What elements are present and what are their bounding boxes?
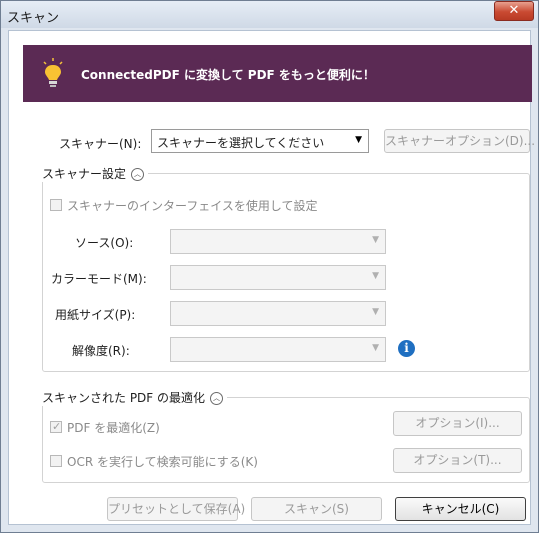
source-label: ソース(O): — [75, 236, 134, 250]
resolution-label: 解像度(R): — [72, 344, 130, 358]
checkmark-icon: ✓ — [52, 420, 62, 433]
collapse-icon[interactable]: ︿ — [210, 392, 224, 405]
cancel-button[interactable]: キャンセル(C) — [395, 497, 526, 521]
paper-size-label: 用紙サイズ(P): — [55, 308, 136, 322]
scanner-select-value: スキャナーを選択してください — [157, 136, 325, 150]
chevron-down-icon: ▼ — [372, 307, 379, 317]
chevron-down-icon: ▼ — [372, 235, 379, 245]
scanner-options-button[interactable]: スキャナーオプション(D)... — [384, 129, 535, 153]
optimize-title: スキャンされた PDF の最適化 ︿ — [42, 389, 228, 406]
color-mode-label: カラーモード(M): — [51, 272, 147, 286]
color-mode-select[interactable]: ▼ — [170, 265, 386, 290]
save-preset-button[interactable]: プリセットとして保存(A) — [107, 497, 245, 521]
chevron-down-icon: ▼ — [355, 135, 362, 145]
ocr-options-button[interactable]: オプション(T)... — [393, 448, 522, 473]
scanner-select[interactable]: スキャナーを選択してください ▼ — [151, 129, 369, 153]
chevron-down-icon: ▼ — [372, 271, 379, 281]
scanner-settings-title-text: スキャナー設定 — [42, 167, 127, 181]
scanner-label: スキャナー(N): — [59, 137, 142, 151]
close-button[interactable]: ✕ — [494, 1, 534, 21]
scan-button[interactable]: スキャン(S) — [251, 497, 382, 521]
info-icon[interactable]: i — [398, 340, 415, 357]
source-select[interactable]: ▼ — [170, 229, 386, 254]
use-interface-checkbox[interactable] — [50, 199, 62, 211]
use-interface-label: スキャナーのインターフェイスを使用して設定 — [67, 199, 318, 213]
ocr-label: OCR を実行して検索可能にする(K) — [67, 455, 258, 469]
chevron-down-icon: ▼ — [372, 343, 379, 353]
paper-size-select[interactable]: ▼ — [170, 301, 386, 326]
ocr-checkbox[interactable] — [50, 455, 62, 467]
resolution-select[interactable]: ▼ — [170, 337, 386, 362]
close-icon: ✕ — [508, 3, 520, 18]
lightbulb-icon — [43, 58, 63, 87]
banner-text: ConnectedPDF に変換して PDF をもっと便利に！ — [81, 68, 375, 82]
optimize-pdf-checkbox[interactable]: ✓ — [50, 420, 62, 433]
title-bar[interactable]: スキャン — [1, 1, 538, 28]
optimize-title-text: スキャンされた PDF の最適化 — [42, 391, 206, 405]
collapse-icon[interactable]: ︿ — [131, 168, 145, 181]
optimize-pdf-label: PDF を最適化(Z) — [67, 421, 160, 435]
scanner-settings-title: スキャナー設定 ︿ — [42, 165, 149, 182]
window-title: スキャン — [7, 11, 60, 26]
optimize-options-button[interactable]: オプション(I)... — [393, 411, 522, 436]
